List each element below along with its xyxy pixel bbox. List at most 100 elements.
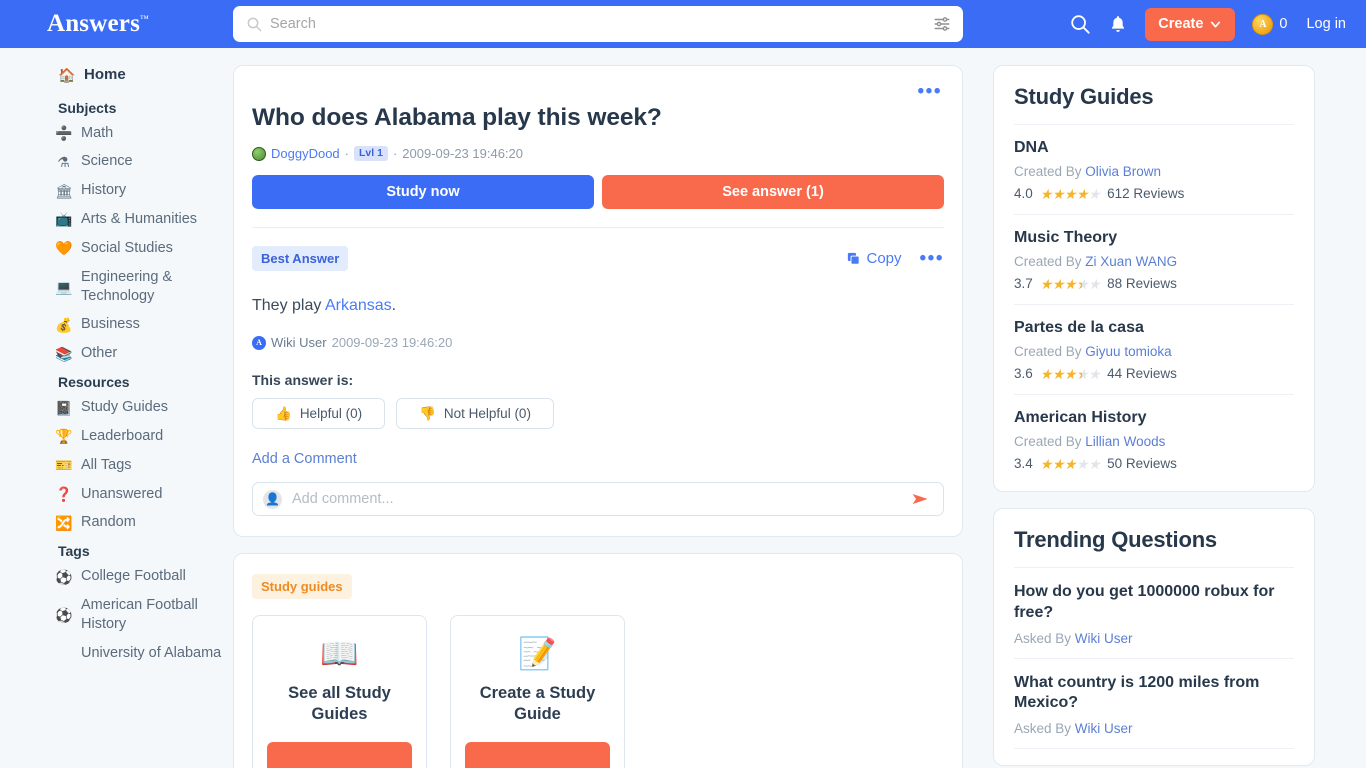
- study-now-button[interactable]: Study now: [252, 175, 594, 209]
- star-rating-icon: ★ ★ ★ ★ ★: [1040, 277, 1101, 291]
- book-icon: 📖: [320, 636, 359, 671]
- sidebar-item-study-guides[interactable]: 📓 Study Guides: [0, 393, 232, 422]
- coin-balance[interactable]: A 0: [1252, 13, 1287, 35]
- chevron-down-icon: [1211, 21, 1221, 27]
- sidebar-item-leaderboard[interactable]: 🏆 Leaderboard: [0, 422, 232, 451]
- comment-input[interactable]: [282, 491, 911, 507]
- list-item[interactable]: Partes de la casa Created By Giyuu tomio…: [1014, 305, 1294, 395]
- guide-name[interactable]: American History: [1014, 409, 1294, 427]
- list-item[interactable]: How do you get 1000000 robux for free? A…: [1014, 568, 1294, 659]
- right-sidebar: Study Guides DNA Created By Olivia Brown…: [980, 48, 1366, 768]
- answer-header: Best Answer Copy •••: [252, 246, 944, 271]
- see-all-study-guides-tile[interactable]: 📖 See all Study Guides: [252, 615, 427, 768]
- review-count: 612 Reviews: [1107, 186, 1185, 201]
- creator-link[interactable]: Lillian Woods: [1085, 434, 1165, 449]
- comment-input-box[interactable]: 👤: [252, 482, 944, 516]
- trending-asker: Asked By Wiki User: [1014, 630, 1133, 646]
- login-link[interactable]: Log in: [1306, 16, 1346, 32]
- sidebar-item-label: American Football History: [81, 597, 198, 632]
- sidebar-item-home[interactable]: 🏠 Home: [0, 60, 232, 90]
- list-item[interactable]: What country is 1200 miles from Mexico? …: [1014, 659, 1294, 750]
- sidebar-item-science[interactable]: ⚗ Science: [0, 147, 232, 176]
- pencil-icon: 📝: [518, 636, 557, 671]
- see-all-study-guides-button[interactable]: [267, 742, 412, 768]
- list-item[interactable]: Music Theory Created By Zi Xuan WANG 3.7…: [1014, 215, 1294, 305]
- trending-question[interactable]: What country is 1200 miles from Mexico?: [1014, 673, 1294, 715]
- home-icon: 🏠: [58, 66, 76, 83]
- copy-icon: [846, 251, 861, 266]
- sidebar-tag-american-football-history[interactable]: ⚽ American Football History: [0, 591, 232, 639]
- sidebar-item-other[interactable]: 📚 Other: [0, 339, 232, 368]
- page-title: Who does Alabama play this week?: [252, 104, 662, 131]
- sidebar-item-unanswered[interactable]: ❓ Unanswered: [0, 480, 232, 509]
- guide-creator: Created By Olivia Brown: [1014, 164, 1162, 179]
- sidebar-item-all-tags[interactable]: 🎫 All Tags: [0, 451, 232, 480]
- guide-name[interactable]: DNA: [1014, 139, 1294, 157]
- notebook-icon: 📓: [55, 399, 73, 416]
- trending-question[interactable]: How do you get 1000000 robux for free?: [1014, 582, 1294, 624]
- site-logo[interactable]: Answers™: [0, 10, 196, 38]
- sidebar-item-random[interactable]: 🔀 Random: [0, 508, 232, 537]
- create-study-guide-tile[interactable]: 📝 Create a Study Guide: [450, 615, 625, 768]
- create-study-guide-button[interactable]: [465, 742, 610, 768]
- answer-inline-link[interactable]: Arkansas: [325, 297, 392, 314]
- guide-creator: Created By Zi Xuan WANG: [1014, 254, 1178, 269]
- best-answer-badge: Best Answer: [252, 246, 349, 271]
- study-guides-tag[interactable]: Study guides: [252, 574, 352, 599]
- copy-button[interactable]: Copy: [846, 250, 902, 267]
- asker-link[interactable]: Wiki User: [1075, 631, 1133, 646]
- logo-text: Answers™: [46, 10, 150, 37]
- sidebar-item-label: Math: [81, 124, 114, 141]
- see-answer-button[interactable]: See answer (1): [602, 175, 944, 209]
- answer-text: They play Arkansas.: [252, 297, 944, 315]
- avatar: 👤: [263, 489, 282, 509]
- guide-name[interactable]: Partes de la casa: [1014, 319, 1294, 337]
- study-guides-promo-card: Study guides 📖 See all Study Guides 📝 Cr…: [234, 554, 962, 768]
- creator-link[interactable]: Zi Xuan WANG: [1085, 254, 1177, 269]
- question-meta: DoggyDood · Lvl 1 · 2009-09-23 19:46:20: [252, 146, 944, 161]
- search-input[interactable]: [262, 16, 933, 32]
- panel-title: Study Guides: [1014, 84, 1154, 109]
- sidebar-heading-tags: Tags: [58, 543, 90, 560]
- divide-icon: ➗: [55, 124, 73, 141]
- sidebar-item-social-studies[interactable]: 🧡 Social Studies: [0, 234, 232, 263]
- question-actions: Study now See answer (1): [252, 175, 944, 209]
- list-item[interactable]: DNA Created By Olivia Brown 4.0 ★ ★ ★ ★ ★ 61…: [1014, 125, 1294, 215]
- sidebar-item-engineering-technology[interactable]: 💻 Engineering & Technology: [0, 263, 232, 311]
- sidebar-tag-college-football[interactable]: ⚽ College Football: [0, 562, 232, 591]
- creator-link[interactable]: Giyuu tomioka: [1085, 344, 1171, 359]
- answer-more-options-icon[interactable]: •••: [920, 249, 944, 268]
- sidebar-item-business[interactable]: 💰 Business: [0, 310, 232, 339]
- asker-link[interactable]: Wiki User: [1075, 721, 1133, 736]
- search-icon-button[interactable]: [1069, 13, 1091, 35]
- answer-author[interactable]: Wiki User: [271, 335, 327, 350]
- create-button[interactable]: Create: [1145, 7, 1236, 41]
- star-rating-icon: ★ ★ ★ ★ ★: [1039, 455, 1101, 472]
- add-comment-link[interactable]: Add a Comment: [252, 451, 357, 467]
- notification-bell-icon[interactable]: [1108, 14, 1128, 34]
- creator-link[interactable]: Olivia Brown: [1085, 164, 1161, 179]
- sidebar-item-label: Home: [84, 66, 126, 83]
- study-guides-panel: Study Guides DNA Created By Olivia Brown…: [994, 66, 1314, 491]
- sidebar-item-math[interactable]: ➗ Math: [0, 119, 232, 148]
- sidebar-item-history[interactable]: 🏛 History: [0, 176, 232, 205]
- flask-icon: ⚗: [57, 153, 70, 170]
- send-icon[interactable]: [911, 490, 931, 508]
- tile-title: See all Study Guides: [288, 684, 391, 723]
- television-icon: 📺: [55, 211, 73, 228]
- guide-name[interactable]: Music Theory: [1014, 229, 1294, 247]
- trending-asker: Asked By Wiki User: [1014, 721, 1133, 737]
- star-rating-icon: ★ ★ ★ ★ ★: [1039, 185, 1101, 202]
- trending-questions-panel: Trending Questions How do you get 100000…: [994, 509, 1314, 766]
- filter-icon[interactable]: [933, 15, 951, 33]
- sidebar-item-arts-humanities[interactable]: 📺 Arts & Humanities: [0, 205, 232, 234]
- not-helpful-button[interactable]: 👎 Not Helpful (0): [396, 398, 554, 429]
- list-item[interactable]: American History Created By Lillian Wood…: [1014, 395, 1294, 475]
- sidebar-item-label: All Tags: [81, 456, 132, 473]
- answer-text-suffix: .: [391, 297, 397, 314]
- question-author[interactable]: DoggyDood: [271, 146, 340, 161]
- sidebar-tag-university-of-alabama[interactable]: University of Alabama: [0, 639, 232, 668]
- search-bar[interactable]: [233, 6, 963, 42]
- helpful-button[interactable]: 👍 Helpful (0): [252, 398, 386, 429]
- question-more-options-icon[interactable]: •••: [918, 82, 942, 101]
